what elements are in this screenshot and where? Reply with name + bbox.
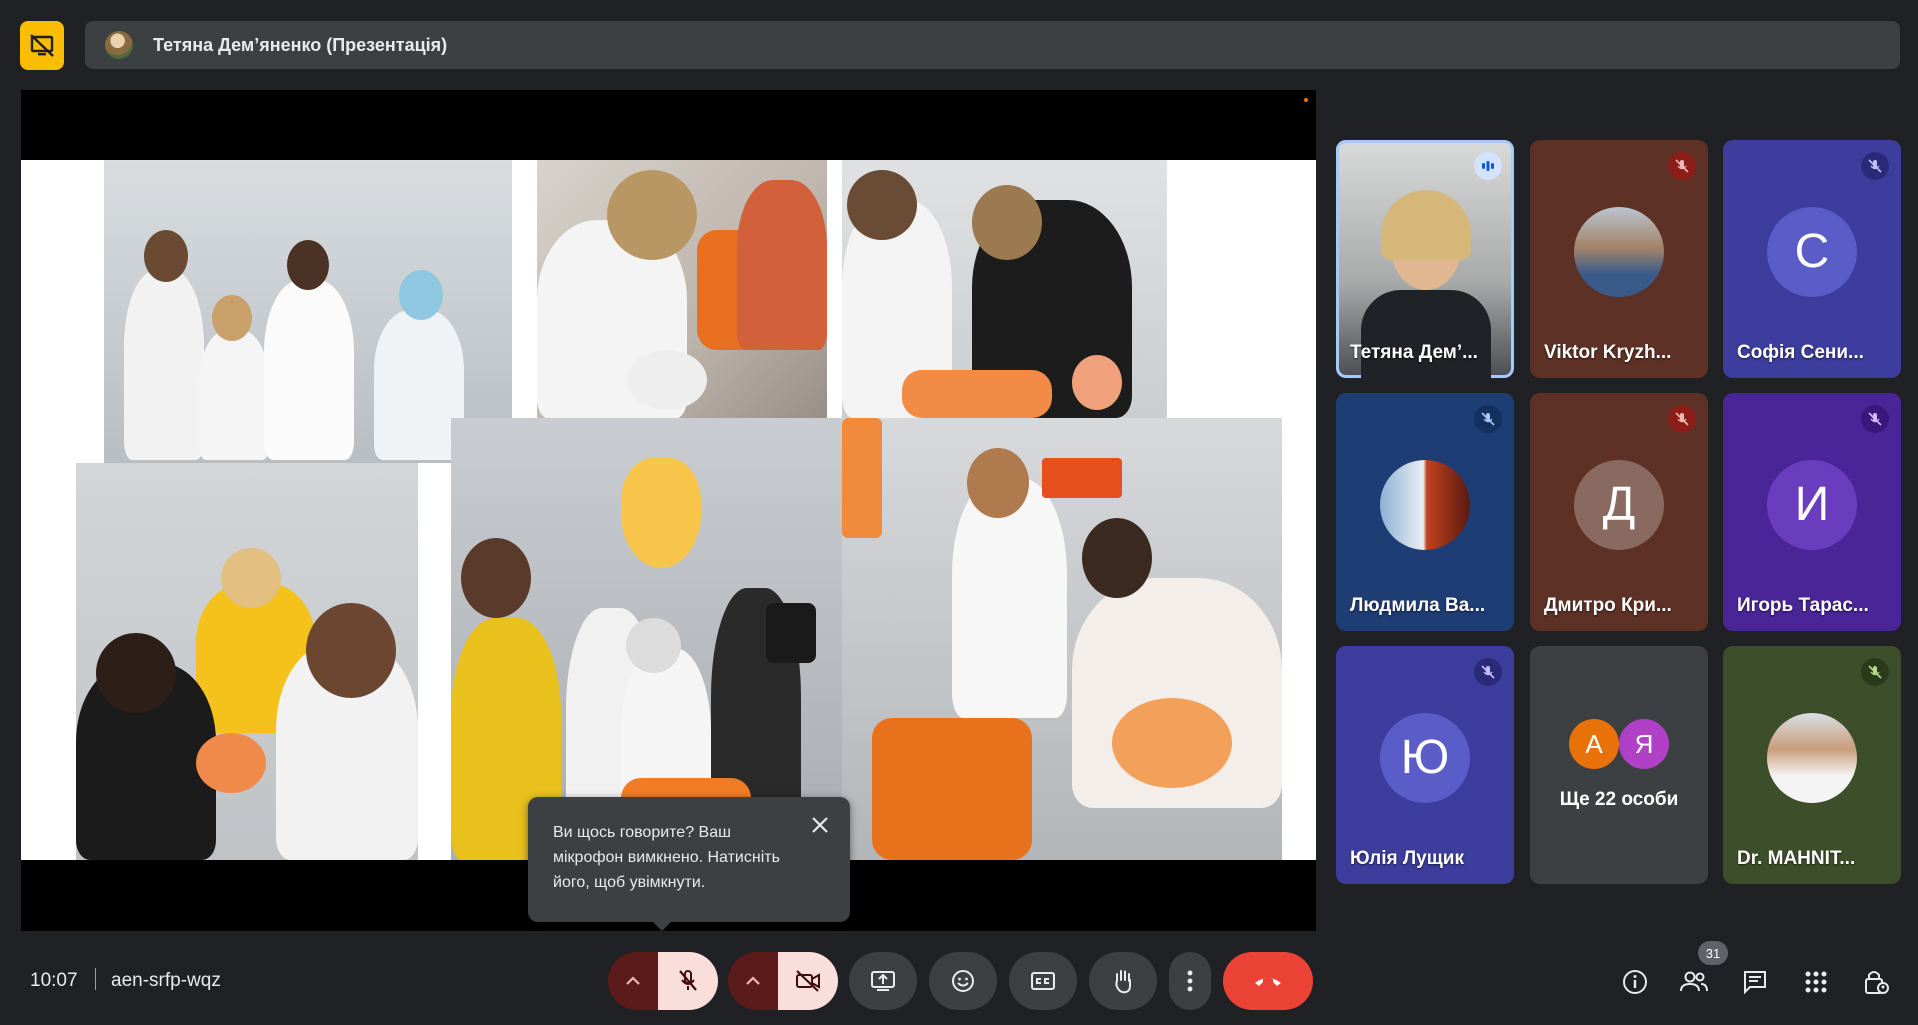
slide-photo-5 bbox=[451, 418, 847, 860]
avatar: С bbox=[1767, 206, 1857, 297]
participant-name: Юлія Лущик bbox=[1350, 848, 1464, 869]
mic-off-icon bbox=[679, 970, 697, 991]
participant-tile[interactable]: И Игорь Тарас... bbox=[1723, 393, 1901, 631]
avatar: И bbox=[1767, 459, 1857, 550]
present-screen-icon bbox=[871, 971, 895, 991]
mic-off-icon bbox=[1861, 405, 1889, 433]
speaking-icon bbox=[1474, 152, 1502, 180]
clock: 10:07 bbox=[30, 970, 78, 991]
hand-icon bbox=[1115, 970, 1131, 994]
participant-name: Дмитро Кри... bbox=[1544, 595, 1672, 616]
present-screen-button[interactable] bbox=[849, 952, 917, 1010]
participant-tile[interactable]: Тетяна Дем’... bbox=[1336, 140, 1514, 378]
mic-off-icon bbox=[1861, 658, 1889, 686]
avatar: Я bbox=[1619, 719, 1669, 769]
chevron-up-icon bbox=[746, 976, 760, 985]
captions-icon bbox=[1031, 972, 1055, 990]
mic-off-icon bbox=[1668, 405, 1696, 433]
avatar: Д bbox=[1574, 459, 1664, 550]
info-icon bbox=[1623, 970, 1647, 994]
participant-name: Игорь Тарас... bbox=[1737, 595, 1869, 616]
mic-toggle-button[interactable] bbox=[658, 952, 718, 1010]
call-end-icon bbox=[1255, 978, 1281, 986]
slide-photo-4 bbox=[76, 463, 418, 860]
activities-button[interactable] bbox=[1796, 962, 1836, 1002]
mic-off-icon bbox=[1474, 405, 1502, 433]
participant-tile[interactable]: Ю Юлія Лущик bbox=[1336, 646, 1514, 884]
video-options-button[interactable] bbox=[728, 952, 778, 1010]
participant-tile[interactable]: С Софія Сени... bbox=[1723, 140, 1901, 378]
captions-button[interactable] bbox=[1009, 952, 1077, 1010]
avatar bbox=[1767, 712, 1857, 803]
avatar bbox=[105, 31, 133, 59]
meeting-code: aen-srfp-wqz bbox=[111, 970, 221, 991]
participant-tile[interactable]: Viktor Kryzh... bbox=[1530, 140, 1708, 378]
emoji-icon bbox=[952, 970, 974, 992]
raise-hand-button[interactable] bbox=[1089, 952, 1157, 1010]
others-tile[interactable]: А Я Ще 22 особи bbox=[1530, 646, 1708, 884]
mic-muted-tooltip: Ви щось говорите? Ваш мікрофон вимкнено.… bbox=[528, 797, 850, 931]
mic-off-icon bbox=[1668, 152, 1696, 180]
chat-icon bbox=[1744, 971, 1766, 995]
divider bbox=[95, 968, 96, 990]
close-icon[interactable] bbox=[806, 811, 834, 839]
presenting-badge[interactable] bbox=[20, 21, 64, 70]
others-count-label: Ще 22 особи bbox=[1559, 789, 1679, 810]
participant-tile[interactable]: Dr. MAHNIT... bbox=[1723, 646, 1901, 884]
participant-tile[interactable]: Д Дмитро Кри... bbox=[1530, 393, 1708, 631]
host-controls-button[interactable] bbox=[1856, 962, 1896, 1002]
avatar bbox=[1380, 459, 1470, 550]
lock-person-icon bbox=[1865, 971, 1889, 994]
mic-off-icon bbox=[1474, 658, 1502, 686]
participant-name: Людмила Ва... bbox=[1350, 595, 1486, 616]
tooltip-arrow bbox=[652, 921, 672, 931]
more-options-button[interactable] bbox=[1169, 952, 1211, 1010]
recording-dot bbox=[1304, 98, 1308, 102]
more-vert-icon bbox=[1187, 970, 1193, 992]
participant-name: Dr. MAHNIT... bbox=[1737, 848, 1856, 869]
participant-name: Viktor Kryzh... bbox=[1544, 342, 1672, 363]
participant-name: Софія Сени... bbox=[1737, 342, 1864, 363]
presentation-slide bbox=[21, 160, 1316, 860]
avatar: Ю bbox=[1380, 712, 1470, 803]
stop-presenting-icon bbox=[30, 33, 54, 57]
audio-options-button[interactable] bbox=[608, 952, 658, 1010]
participant-tile[interactable]: Людмила Ва... bbox=[1336, 393, 1514, 631]
chevron-up-icon bbox=[626, 976, 640, 985]
participant-name: Тетяна Дем’... bbox=[1350, 342, 1478, 363]
end-call-button[interactable] bbox=[1223, 952, 1313, 1010]
avatar bbox=[1574, 206, 1664, 297]
reactions-button[interactable] bbox=[929, 952, 997, 1010]
presenter-bar[interactable]: Тетяна Дем’яненко (Презентація) bbox=[85, 21, 1900, 69]
slide-photo-6 bbox=[842, 418, 1282, 860]
avatar: А bbox=[1569, 719, 1619, 769]
camera-off-icon bbox=[796, 970, 820, 992]
slide-photo-2 bbox=[537, 160, 827, 418]
people-count-badge: 31 bbox=[1698, 941, 1728, 965]
apps-grid-icon bbox=[1805, 971, 1827, 993]
presenter-label: Тетяна Дем’яненко (Презентація) bbox=[153, 34, 448, 55]
people-button[interactable] bbox=[1674, 962, 1714, 1002]
tooltip-text: Ви щось говорите? Ваш мікрофон вимкнено.… bbox=[553, 824, 780, 891]
mic-off-icon bbox=[1861, 152, 1889, 180]
camera-toggle-button[interactable] bbox=[778, 952, 838, 1010]
meeting-details-button[interactable] bbox=[1615, 962, 1655, 1002]
people-icon bbox=[1680, 971, 1708, 992]
chat-button[interactable] bbox=[1735, 962, 1775, 1002]
slide-photo-3 bbox=[842, 160, 1167, 418]
